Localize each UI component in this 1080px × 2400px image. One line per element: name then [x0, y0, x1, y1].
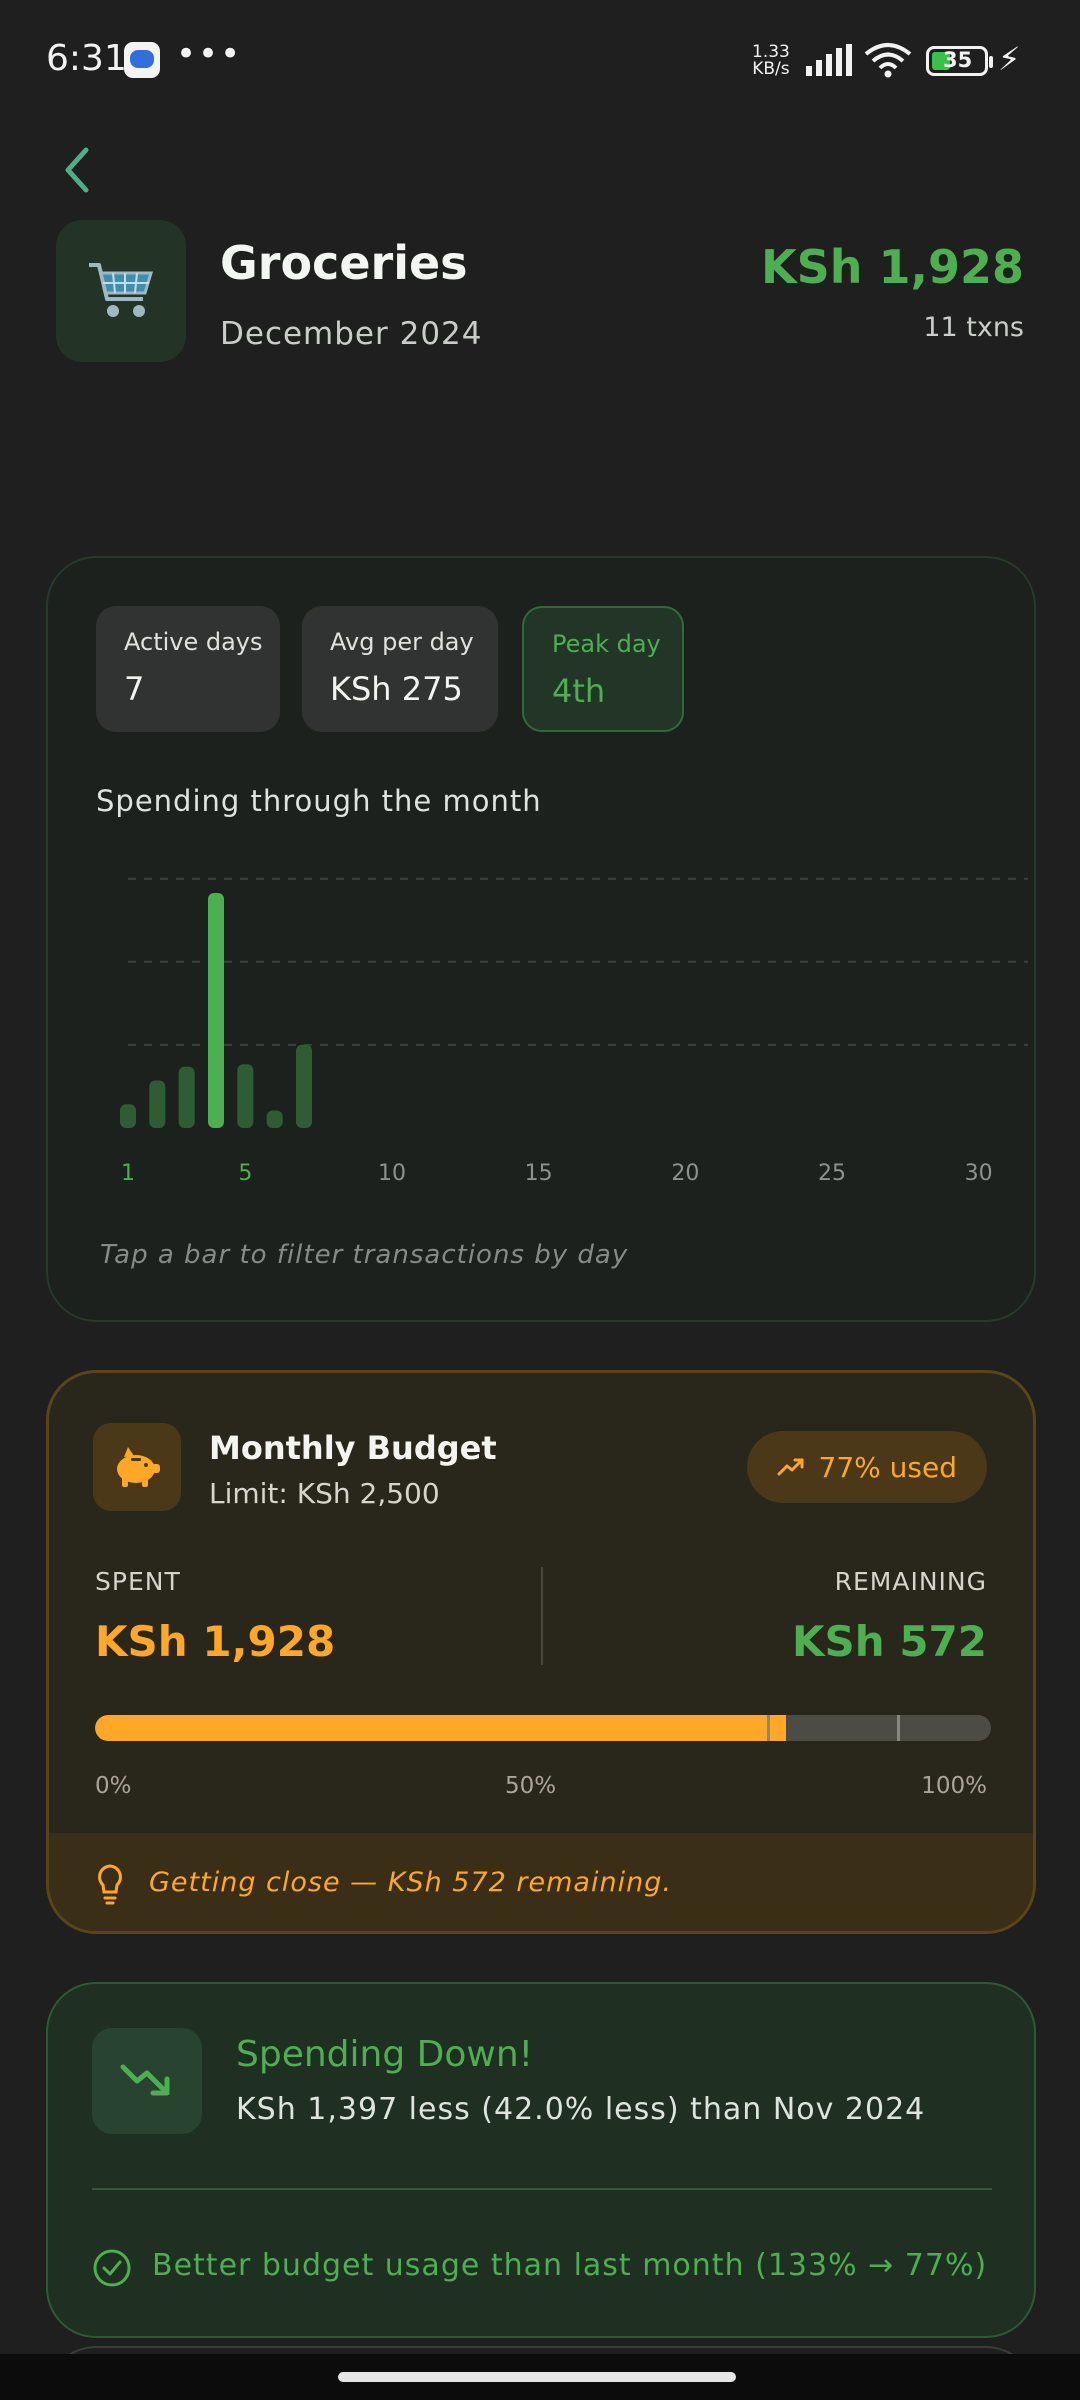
- budget-tip: Getting close — KSh 572 remaining.: [49, 1833, 1033, 1931]
- shopping-cart-icon: [89, 263, 154, 317]
- chart-tick-label: 20: [671, 1161, 699, 1186]
- messages-notification-icon: [124, 42, 160, 78]
- budget-limit: Limit: KSh 2,500: [209, 1477, 440, 1510]
- battery-icon: 35: [926, 46, 993, 76]
- budget-progress-bar: [95, 1715, 991, 1741]
- progress-tick: [897, 1715, 900, 1741]
- transaction-count: 11 txns: [923, 312, 1024, 343]
- budget-used-badge: 77% used: [746, 1431, 987, 1503]
- more-notifications-icon: •••: [176, 34, 243, 74]
- signal-icon: [806, 44, 852, 76]
- network-speed: 1.33 KB/s: [752, 42, 790, 79]
- trend-note: Better budget usage than last month (133…: [152, 2248, 988, 2283]
- chart-bar-day-5[interactable]: [237, 1064, 254, 1128]
- piggy-bank-icon: [117, 1447, 160, 1487]
- stat-peak-day: Peak day 4th: [522, 606, 684, 732]
- budget-card[interactable]: Monthly Budget Limit: KSh 2,500 77% used…: [46, 1370, 1036, 1934]
- chart-bar-day-7[interactable]: [296, 1044, 312, 1128]
- category-month: December 2024: [220, 316, 483, 352]
- chart-hint: Tap a bar to filter transactions by day: [100, 1240, 629, 1270]
- chart-bar-day-6[interactable]: [266, 1110, 283, 1129]
- chart-tick-label: 10: [378, 1161, 406, 1186]
- charging-icon: ⚡: [998, 40, 1021, 78]
- divider: [541, 1567, 543, 1665]
- chart-bar-day-3[interactable]: [178, 1066, 195, 1128]
- status-bar: 6:31 ••• 1.33 KB/s 35 ⚡: [0, 0, 1080, 120]
- remaining-label: REMAINING: [834, 1567, 987, 1596]
- chart-tick-label: 25: [818, 1161, 846, 1186]
- lightbulb-icon: [98, 1864, 122, 1905]
- progress-scale-0: 0%: [95, 1773, 132, 1799]
- check-circle-icon: [93, 2249, 131, 2287]
- spent-label: SPENT: [95, 1567, 181, 1596]
- trend-title: Spending Down!: [236, 2034, 534, 2075]
- trending-up-icon: [777, 1458, 804, 1476]
- trending-down-icon: [120, 2064, 170, 2096]
- back-button[interactable]: [56, 142, 96, 198]
- progress-scale-50: 50%: [505, 1773, 557, 1799]
- category-icon-tile: [56, 220, 186, 362]
- progress-tick: [767, 1715, 770, 1741]
- chart-title: Spending through the month: [96, 784, 542, 818]
- activity-card: Active days 7 Avg per day KSh 275 Peak d…: [46, 556, 1036, 1322]
- budget-title: Monthly Budget: [209, 1429, 497, 1467]
- category-total: KSh 1,928: [760, 240, 1024, 294]
- progress-scale-100: 100%: [921, 1773, 987, 1799]
- budget-icon-tile: [93, 1423, 181, 1511]
- stat-avg-per-day: Avg per day KSh 275: [302, 606, 498, 732]
- chart-tick-label: 5: [238, 1161, 252, 1186]
- trend-card: Spending Down! KSh 1,397 less (42.0% les…: [46, 1982, 1036, 2338]
- home-indicator[interactable]: [338, 2372, 736, 2382]
- budget-progress-fill: [95, 1715, 786, 1741]
- chart-tick-label: 15: [525, 1161, 553, 1186]
- chart-bar-day-2[interactable]: [149, 1080, 166, 1129]
- chart-tick-label: 30: [965, 1161, 993, 1186]
- category-title: Groceries: [220, 236, 468, 290]
- status-time: 6:31: [46, 38, 127, 79]
- chart-bar-day-1[interactable]: [120, 1104, 136, 1128]
- chart-bar-day-4[interactable]: [208, 893, 224, 1128]
- chart-tick-label: 1: [121, 1161, 135, 1186]
- wifi-icon: [864, 43, 912, 78]
- remaining-value: KSh 572: [792, 1617, 987, 1666]
- daily-spending-chart: 1 5 10 15 20 25 30: [120, 877, 1028, 1186]
- trend-icon-tile: [92, 2028, 202, 2134]
- divider: [92, 2188, 992, 2190]
- spent-value: KSh 1,928: [95, 1617, 336, 1666]
- stat-active-days: Active days 7: [96, 606, 280, 732]
- trend-description: KSh 1,397 less (42.0% less) than Nov 202…: [236, 2092, 926, 2127]
